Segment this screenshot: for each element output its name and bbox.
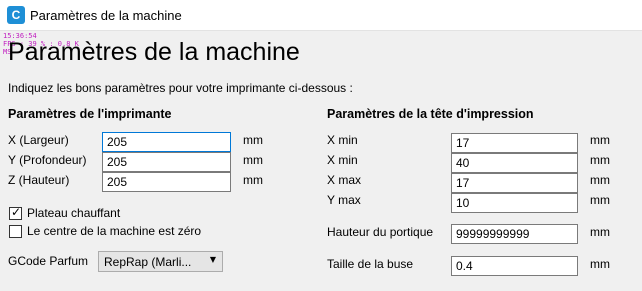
heated-bed-label: Plateau chauffant (27, 206, 121, 220)
gcode-flavor-value: RepRap (Marli... (104, 255, 192, 269)
z-height-label: Z (Hauteur) (8, 173, 70, 187)
printhead-section-title: Paramètres de la tête d'impression (327, 107, 534, 121)
head-xmin-label: X min (327, 133, 358, 147)
x-width-unit: mm (243, 133, 263, 147)
gcode-flavor-select[interactable]: RepRap (Marli... ▼ (98, 251, 223, 272)
head-xmax-unit: mm (590, 173, 610, 187)
head-ymax-label: Y max (327, 193, 361, 207)
center-zero-label: Le centre de la machine est zéro (27, 224, 202, 238)
head-xmin-input[interactable] (451, 133, 578, 153)
nozzle-size-unit: mm (590, 257, 610, 271)
gantry-height-label: Hauteur du portique (327, 225, 434, 239)
page-title: Paramètres de la machine (8, 38, 300, 66)
z-height-unit: mm (243, 173, 263, 187)
center-zero-checkbox[interactable] (9, 225, 22, 238)
nozzle-size-input[interactable] (451, 256, 578, 276)
intro-text: Indiquez les bons paramètres pour votre … (8, 81, 353, 95)
head-ymin-unit: mm (590, 153, 610, 167)
head-ymax-unit: mm (590, 193, 610, 207)
y-depth-input[interactable] (102, 152, 231, 172)
gantry-height-unit: mm (590, 225, 610, 239)
head-xmax-input[interactable] (451, 173, 578, 193)
gantry-height-input[interactable] (451, 224, 578, 244)
y-depth-unit: mm (243, 153, 263, 167)
head-xmax-label: X max (327, 173, 362, 187)
window-title: Paramètres de la machine (30, 8, 182, 23)
nozzle-size-label: Taille de la buse (327, 257, 414, 271)
head-ymax-input[interactable] (451, 193, 578, 213)
head-ymin-label: X min (327, 153, 358, 167)
printer-section-title: Paramètres de l'imprimante (8, 107, 172, 121)
gcode-flavor-label: GCode Parfum (8, 254, 89, 268)
heated-bed-checkbox[interactable] (9, 205, 22, 220)
head-ymin-input[interactable] (451, 153, 578, 173)
y-depth-label: Y (Profondeur) (8, 153, 87, 167)
x-width-input[interactable] (102, 132, 231, 152)
cura-logo-icon: C (7, 6, 25, 24)
z-height-input[interactable] (102, 172, 231, 192)
title-bar: C Paramètres de la machine (0, 0, 642, 31)
x-width-label: X (Largeur) (8, 133, 69, 147)
chevron-down-icon: ▼ (209, 255, 216, 264)
head-xmin-unit: mm (590, 133, 610, 147)
